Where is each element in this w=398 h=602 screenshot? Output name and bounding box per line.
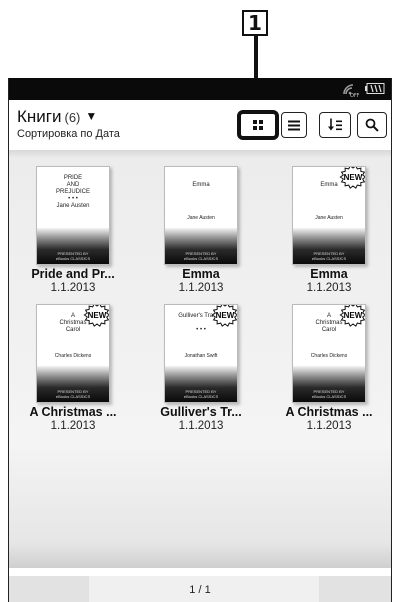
book-count: (6) bbox=[64, 110, 81, 125]
book-item[interactable]: Emma Jane Austen PRESENTED BY eBooks CLASS… bbox=[265, 166, 391, 294]
book-date: 1.1.2013 bbox=[306, 282, 352, 294]
book-cover[interactable]: Emma Jane Austen PRESENTED BY eBooks CLASS… bbox=[292, 166, 366, 265]
book-title: Emma bbox=[310, 267, 348, 281]
cover-title: PRIDE AND PREJUDICE • • • Jane Austen bbox=[55, 175, 90, 209]
book-item[interactable]: PRIDE AND PREJUDICE • • • Jane Austen PRE… bbox=[9, 166, 137, 294]
book-date: 1.1.2013 bbox=[306, 420, 352, 432]
new-badge-label: NEW bbox=[88, 311, 107, 320]
book-grid: PRIDE AND PREJUDICE • • • Jane Austen PRE… bbox=[9, 150, 391, 568]
cover-footer-text: PRESENTED BY eBooks CLASSICS bbox=[55, 389, 91, 399]
new-badge-label: NEW bbox=[344, 311, 363, 320]
new-badge-label: NEW bbox=[216, 311, 235, 320]
book-item[interactable]: A Christmas Carol Charles Dickens PRESENTE… bbox=[9, 304, 137, 432]
cover-footer: PRESENTED BY eBooks CLASSICS bbox=[37, 228, 109, 264]
cover-author: Charles Dickens bbox=[54, 353, 92, 359]
book-title: A Christmas ... bbox=[285, 405, 373, 419]
sort-label: Сортировка по Дата bbox=[17, 128, 120, 140]
book-title: Pride and Pr... bbox=[31, 267, 115, 281]
cover-footer-text: PRESENTED BY eBooks CLASSICS bbox=[183, 389, 219, 399]
sort-button[interactable] bbox=[319, 112, 351, 138]
list-view-icon bbox=[288, 120, 300, 131]
search-button[interactable] bbox=[357, 112, 387, 138]
cover-footer-text: PRESENTED BY eBooks CLASSICS bbox=[55, 251, 91, 261]
new-badge-icon: NEW bbox=[83, 305, 109, 327]
battery-icon bbox=[365, 83, 385, 94]
triangle-down-icon: ▼ bbox=[85, 109, 98, 123]
book-title: Gulliver's Tr... bbox=[160, 405, 242, 419]
book-cover[interactable]: Emma Jane Austen PRESENTED BY eBooks CLASS… bbox=[164, 166, 238, 265]
device-screen: OFF Книги (6) ▼ Сортировка по Дата PRIDE… bbox=[8, 78, 392, 602]
library-header: Книги (6) ▼ Сортировка по Дата bbox=[9, 100, 391, 150]
cover-footer: PRESENTED BY eBooks CLASSICS bbox=[165, 228, 237, 264]
cover-footer: PRESENTED BY eBooks CLASSICS bbox=[293, 366, 365, 402]
callout-label: 1 bbox=[242, 10, 268, 36]
list-view-button[interactable] bbox=[281, 112, 307, 138]
cover-author: Jonathan Swift bbox=[184, 353, 218, 359]
cover-title: Emma bbox=[192, 182, 210, 188]
book-date: 1.1.2013 bbox=[50, 282, 96, 294]
book-item[interactable]: Gulliver's Travels • • •Jonathan SwiftPR… bbox=[137, 304, 265, 432]
cover-author: Jane Austen bbox=[187, 215, 215, 221]
book-cover[interactable]: Gulliver's Travels • • •Jonathan SwiftPR… bbox=[164, 304, 238, 403]
cover-footer-text: PRESENTED BY eBooks CLASSICS bbox=[311, 389, 347, 399]
book-date: 1.1.2013 bbox=[178, 282, 224, 294]
new-badge-icon: NEW bbox=[211, 305, 237, 327]
book-cover[interactable]: A Christmas Carol Charles Dickens PRESENTE… bbox=[292, 304, 366, 403]
grid-view-icon bbox=[253, 120, 263, 130]
svg-text:OFF: OFF bbox=[350, 93, 359, 97]
book-cover[interactable]: A Christmas Carol Charles Dickens PRESENTE… bbox=[36, 304, 110, 403]
book-date: 1.1.2013 bbox=[50, 420, 96, 432]
status-bar: OFF bbox=[9, 78, 391, 100]
wifi-off-icon: OFF bbox=[343, 84, 359, 97]
cover-author: Jane Austen bbox=[315, 215, 343, 221]
new-badge-icon: NEW bbox=[339, 167, 365, 189]
grid-view-button[interactable] bbox=[237, 110, 279, 140]
book-title: Emma bbox=[182, 267, 220, 281]
collection-title: Книги bbox=[17, 107, 62, 126]
cover-footer: PRESENTED BY eBooks CLASSICS bbox=[37, 366, 109, 402]
pagination-bar: 1 / 1 bbox=[9, 576, 391, 602]
book-item[interactable]: A Christmas Carol Charles Dickens PRESENTE… bbox=[265, 304, 391, 432]
new-badge-label: NEW bbox=[344, 173, 363, 182]
book-title: A Christmas ... bbox=[29, 405, 117, 419]
cover-footer: PRESENTED BY eBooks CLASSICS bbox=[293, 228, 365, 264]
search-icon bbox=[365, 118, 379, 132]
book-date: 1.1.2013 bbox=[178, 420, 224, 432]
sort-icon bbox=[328, 118, 342, 131]
cover-footer-text: PRESENTED BY eBooks CLASSICS bbox=[311, 251, 347, 261]
book-item[interactable]: Emma Jane Austen PRESENTED BY eBooks CLASS… bbox=[137, 166, 265, 294]
page-indicator: 1 / 1 bbox=[189, 584, 211, 596]
cover-footer: PRESENTED BY eBooks CLASSICS bbox=[165, 366, 237, 402]
cover-author: Charles Dickens bbox=[310, 353, 348, 359]
cover-footer-text: PRESENTED BY eBooks CLASSICS bbox=[183, 251, 219, 261]
new-badge-icon: NEW bbox=[339, 305, 365, 327]
book-cover[interactable]: PRIDE AND PREJUDICE • • • Jane Austen PRE… bbox=[36, 166, 110, 265]
collection-selector[interactable]: Книги (6) ▼ bbox=[17, 107, 97, 127]
